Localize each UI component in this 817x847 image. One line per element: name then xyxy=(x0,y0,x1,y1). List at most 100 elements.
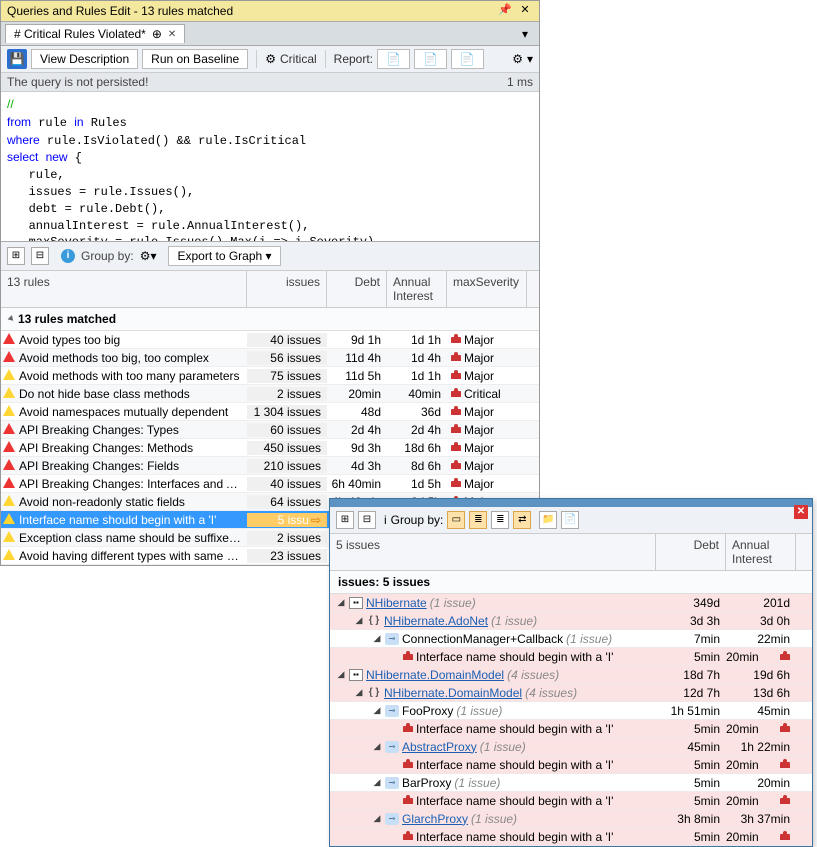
float-group-btn1[interactable]: ▭ xyxy=(447,511,465,529)
report-btn-1[interactable]: 📄 xyxy=(377,49,410,69)
item-link[interactable]: NHibernate.AdoNet xyxy=(384,614,488,628)
main-panel: Queries and Rules Edit - 13 rules matche… xyxy=(0,0,540,566)
float-group-header[interactable]: issues: 5 issues xyxy=(330,571,812,594)
expand-icon[interactable]: ◢ xyxy=(372,741,382,752)
tree-row[interactable]: Interface name should begin with a 'I'5m… xyxy=(330,720,812,738)
code-editor[interactable]: // from rule in Rules where rule.IsViola… xyxy=(1,92,539,242)
tree-annual-cell: 13d 6h xyxy=(726,686,796,700)
rule-row[interactable]: API Breaking Changes: Types60 issues2d 4… xyxy=(1,421,539,439)
tree-row[interactable]: ◢⊸ GlarchProxy (1 issue)3h 8min3h 37min xyxy=(330,810,812,828)
rule-row[interactable]: Do not hide base class methods2 issues20… xyxy=(1,385,539,403)
item-label: FooProxy xyxy=(402,704,453,718)
tree-debt-cell: 349d xyxy=(656,596,726,610)
gear-icon[interactable]: ⚙ xyxy=(265,52,276,66)
col-issues[interactable]: issues xyxy=(247,271,327,307)
pin-tab-icon[interactable]: ⊕ xyxy=(152,27,162,41)
item-link[interactable]: NHibernate.DomainModel xyxy=(366,668,504,682)
annual-cell: 2d 4h xyxy=(387,423,447,437)
item-link[interactable]: NHibernate.DomainModel xyxy=(384,686,522,700)
float-info-icon: i xyxy=(384,513,387,527)
tree-row[interactable]: Interface name should begin with a 'I'5m… xyxy=(330,648,812,666)
run-baseline-button[interactable]: Run on Baseline xyxy=(142,49,248,69)
rule-name-cell: API Breaking Changes: Methods xyxy=(1,440,247,456)
item-link[interactable]: AbstractProxy xyxy=(402,740,477,754)
tree-row[interactable]: ◢⊸ AbstractProxy (1 issue)45min1h 22min xyxy=(330,738,812,756)
pin-icon[interactable]: 📌 xyxy=(497,3,513,19)
float-titlebar[interactable] xyxy=(330,499,812,507)
severity-icon xyxy=(403,762,413,768)
rule-row[interactable]: Avoid methods too big, too complex56 iss… xyxy=(1,349,539,367)
dropdown-icon[interactable]: ▾ xyxy=(527,52,533,66)
rule-row[interactable]: Avoid methods with too many parameters75… xyxy=(1,367,539,385)
report-btn-3[interactable]: 📄 xyxy=(451,49,484,69)
tree-row[interactable]: Interface name should begin with a 'I'5m… xyxy=(330,828,812,846)
item-label: Interface name should begin with a 'I' xyxy=(416,650,613,664)
float-group-btn2[interactable]: ≣ xyxy=(469,511,487,529)
expand-icon[interactable]: ◢ xyxy=(336,669,346,680)
severity-icon xyxy=(451,409,461,415)
float-col-annual[interactable]: Annual Interest xyxy=(726,534,796,570)
expand-icon[interactable]: ◢ xyxy=(354,687,364,698)
tree-row[interactable]: Interface name should begin with a 'I'5m… xyxy=(330,792,812,810)
tree-row[interactable]: ◢{ } NHibernate.AdoNet (1 issue)3d 3h3d … xyxy=(330,612,812,630)
col-severity[interactable]: maxSeverity xyxy=(447,271,527,307)
tree-annual-cell: 3h 37min xyxy=(726,812,796,826)
float-close-icon[interactable]: ✕ xyxy=(794,505,808,519)
expand-icon[interactable]: ◢ xyxy=(372,633,382,644)
tab-critical-rules[interactable]: # Critical Rules Violated* ⊕ ✕ xyxy=(5,24,185,43)
item-link[interactable]: NHibernate xyxy=(366,596,427,610)
item-label: Interface name should begin with a 'I' xyxy=(416,758,613,772)
severity-icon xyxy=(451,373,461,379)
float-col-name[interactable]: 5 issues xyxy=(330,534,656,570)
info-icon: i xyxy=(61,249,75,263)
col-rules[interactable]: 13 rules xyxy=(1,271,247,307)
float-doc-icon[interactable]: 📄 xyxy=(561,511,579,529)
float-group-btn3[interactable]: ≣ xyxy=(491,511,509,529)
tree-row[interactable]: Interface name should begin with a 'I'5m… xyxy=(330,756,812,774)
expand-icon[interactable]: ◢ xyxy=(372,813,382,824)
tree-row[interactable]: ◢▪▪ NHibernate (1 issue)349d201d xyxy=(330,594,812,612)
float-col-debt[interactable]: Debt xyxy=(656,534,726,570)
expand-icon[interactable]: ◢ xyxy=(354,615,364,626)
collapse-all-icon[interactable]: ⊟ xyxy=(31,247,49,265)
close-icon[interactable]: ✕ xyxy=(517,3,533,19)
item-link[interactable]: GlarchProxy xyxy=(402,812,468,826)
group-gear-icon[interactable]: ⚙▾ xyxy=(140,249,157,263)
tree-row[interactable]: ◢⊸ BarProxy (1 issue)5min20min xyxy=(330,774,812,792)
grid-group-header[interactable]: 13 rules matched xyxy=(1,308,539,331)
view-description-button[interactable]: View Description xyxy=(31,49,138,69)
tree-annual-cell: 20min xyxy=(726,830,796,844)
tree-row[interactable]: ◢{ } NHibernate.DomainModel (4 issues)12… xyxy=(330,684,812,702)
float-collapse-icon[interactable]: ⊟ xyxy=(358,511,376,529)
annual-cell: 1d 1h xyxy=(387,333,447,347)
expand-icon[interactable]: ◢ xyxy=(336,597,346,608)
expand-all-icon[interactable]: ⊞ xyxy=(7,247,25,265)
issues-cell: 5 issu xyxy=(247,513,327,527)
col-annual[interactable]: Annual Interest xyxy=(387,271,447,307)
status-time: 1 ms xyxy=(507,75,533,89)
settings-icon[interactable]: ⚙ xyxy=(512,52,523,66)
rule-row[interactable]: API Breaking Changes: Fields210 issues4d… xyxy=(1,457,539,475)
rule-row[interactable]: API Breaking Changes: Methods450 issues9… xyxy=(1,439,539,457)
tree-row[interactable]: ◢⊸ FooProxy (1 issue)1h 51min45min xyxy=(330,702,812,720)
save-icon[interactable]: 💾 xyxy=(7,49,27,69)
export-graph-button[interactable]: Export to Graph ▾ xyxy=(168,246,280,266)
float-expand-icon[interactable]: ⊞ xyxy=(336,511,354,529)
rule-row[interactable]: API Breaking Changes: Interfaces and Abs… xyxy=(1,475,539,493)
tree-row[interactable]: ◢▪▪ NHibernate.DomainModel (4 issues)18d… xyxy=(330,666,812,684)
float-folder-icon[interactable]: 📁 xyxy=(539,511,557,529)
rule-row[interactable]: Avoid namespaces mutually dependent1 304… xyxy=(1,403,539,421)
warning-icon xyxy=(3,477,15,488)
float-group-btn4[interactable]: ⇄ xyxy=(513,511,531,529)
type-icon: ⊸ xyxy=(385,633,399,645)
issue-count: (4 issues) xyxy=(525,686,577,700)
expand-icon[interactable]: ◢ xyxy=(372,777,382,788)
report-btn-2[interactable]: 📄 xyxy=(414,49,447,69)
tree-row[interactable]: ◢⊸ ConnectionManager+Callback (1 issue)7… xyxy=(330,630,812,648)
col-debt[interactable]: Debt xyxy=(327,271,387,307)
rule-name-cell: Avoid non-readonly static fields xyxy=(1,494,247,510)
rule-row[interactable]: Avoid types too big40 issues9d 1h1d 1hMa… xyxy=(1,331,539,349)
close-tab-icon[interactable]: ✕ xyxy=(168,29,176,40)
expand-icon[interactable]: ◢ xyxy=(372,705,382,716)
tab-overflow-icon[interactable]: ▾ xyxy=(515,27,535,41)
